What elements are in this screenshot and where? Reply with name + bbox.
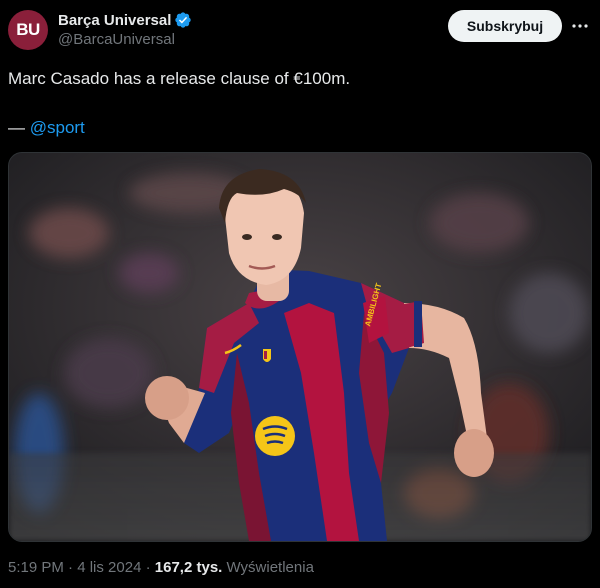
subscribe-button[interactable]: Subskrybuj (448, 10, 562, 42)
display-name-row: Barça Universal (58, 10, 192, 30)
author-names: Barça Universal @BarcaUniversal (58, 10, 192, 48)
player-photo-illustration: AMBILIGHT (9, 153, 591, 541)
avatar-monogram: BU (16, 20, 40, 39)
verified-badge-icon (175, 12, 192, 28)
tweet-text: Marc Casado has a release clause of €100… (8, 69, 351, 88)
tweet-meta: 5:19 PM · 4 lis 2024 · 167,2 tys. Wyświe… (8, 558, 314, 578)
display-name[interactable]: Barça Universal (58, 12, 171, 29)
more-dots-glyph (572, 24, 588, 28)
tweet-photo[interactable]: AMBILIGHT (8, 152, 592, 542)
tweet-header: BU Barça Universal @BarcaUniversal Subsk… (8, 8, 592, 54)
views-count[interactable]: 167,2 tys. (155, 559, 223, 576)
views-label: Wyświetlenia (226, 559, 314, 576)
mention-link[interactable]: @sport (30, 118, 85, 137)
attribution-dash: — (8, 118, 30, 137)
meta-separator: · (68, 559, 74, 576)
meta-separator: · (145, 559, 151, 576)
tweet-date[interactable]: 4 lis 2024 (77, 559, 141, 576)
more-horizontal-icon[interactable] (568, 16, 592, 36)
tweet-attribution: — @sport (8, 117, 85, 139)
author-handle[interactable]: @BarcaUniversal (58, 31, 192, 48)
tweet-time[interactable]: 5:19 PM (8, 559, 64, 576)
avatar[interactable]: BU (8, 10, 48, 50)
